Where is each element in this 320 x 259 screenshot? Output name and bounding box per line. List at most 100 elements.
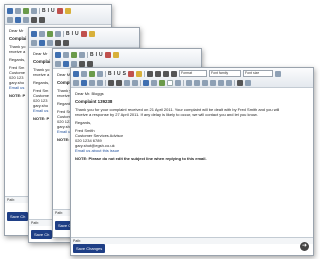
cut-icon[interactable] xyxy=(73,79,79,86)
toolbar-separator xyxy=(143,70,145,77)
help-icon[interactable] xyxy=(274,70,281,77)
copy-icon[interactable] xyxy=(63,60,69,67)
paste-icon[interactable] xyxy=(71,60,77,67)
align-center-icon[interactable] xyxy=(154,70,161,77)
editor-content[interactable]: Dear Mr. Bloggs Complaint 139238 Thank y… xyxy=(71,88,313,167)
signature-link[interactable]: Email us xyxy=(9,85,24,90)
highlight-icon[interactable] xyxy=(64,7,71,14)
align-right-icon[interactable] xyxy=(162,70,169,77)
scroll-circle-icon[interactable]: ➜ xyxy=(300,242,309,251)
bullet-list-icon[interactable] xyxy=(55,39,61,46)
delete-column-icon[interactable] xyxy=(218,79,224,86)
signature: Fred Smith Customer Services Advisor 020… xyxy=(75,128,309,153)
bullet-list-icon[interactable] xyxy=(79,60,85,67)
bullet-list-icon[interactable] xyxy=(31,16,37,23)
editor-window-front: B I U S Format Font family Font size Dea… xyxy=(70,67,314,256)
highlight-icon[interactable] xyxy=(112,51,119,58)
table-icon[interactable] xyxy=(31,7,37,14)
spellcheck-icon[interactable] xyxy=(47,30,53,37)
cut-icon[interactable] xyxy=(55,60,61,67)
delete-row-icon[interactable] xyxy=(202,79,208,86)
cut-icon[interactable] xyxy=(31,39,37,46)
insert-column-icon[interactable] xyxy=(210,79,216,86)
body-text: Thank you for your complaint received on… xyxy=(75,107,309,117)
italic-icon[interactable]: I xyxy=(48,8,49,14)
toolbar-separator xyxy=(39,7,40,14)
table-icon[interactable] xyxy=(79,51,85,58)
table-icon[interactable] xyxy=(97,70,103,77)
highlight-icon[interactable] xyxy=(135,70,142,77)
bold-icon[interactable]: B xyxy=(108,71,112,77)
font-size-select[interactable]: Font size xyxy=(242,70,273,77)
numbered-list-icon[interactable] xyxy=(63,39,69,46)
spellcheck-icon[interactable] xyxy=(71,51,77,58)
save-changes-button[interactable]: Save Ch xyxy=(31,230,53,239)
save-changes-button[interactable]: Save Ch xyxy=(7,212,29,221)
special-character-icon[interactable] xyxy=(175,79,181,86)
outdent-icon[interactable] xyxy=(124,79,130,86)
bullet-list-icon[interactable] xyxy=(108,79,114,86)
font-color-icon[interactable] xyxy=(104,51,111,58)
copy-icon[interactable] xyxy=(15,16,21,23)
italic-icon[interactable]: I xyxy=(114,71,115,77)
underline-icon[interactable]: U xyxy=(75,31,79,37)
toolbar-separator xyxy=(140,79,141,86)
save-icon[interactable] xyxy=(55,51,61,58)
path-label: Path: xyxy=(73,239,82,243)
align-left-icon[interactable] xyxy=(146,70,153,77)
underline-icon[interactable]: U xyxy=(51,8,55,14)
numbered-list-icon[interactable] xyxy=(116,79,122,86)
bold-icon[interactable]: B xyxy=(90,52,94,58)
font-color-icon[interactable] xyxy=(80,30,87,37)
bold-icon[interactable]: B xyxy=(42,8,46,14)
indent-icon[interactable] xyxy=(132,79,138,86)
spellcheck-icon[interactable] xyxy=(89,70,95,77)
save-icon[interactable] xyxy=(31,30,37,37)
toolbar-separator xyxy=(183,79,184,86)
horizontal-rule-icon[interactable] xyxy=(167,79,173,86)
image-icon[interactable] xyxy=(159,79,165,86)
underline-icon[interactable]: U xyxy=(99,52,103,58)
copy-icon[interactable] xyxy=(39,39,45,46)
numbered-list-icon[interactable] xyxy=(87,60,93,67)
format-select[interactable]: Format xyxy=(178,70,207,77)
path-label: Path: xyxy=(7,198,16,202)
paste-text-icon[interactable] xyxy=(97,79,103,86)
cut-icon[interactable] xyxy=(7,16,13,23)
copy-icon[interactable] xyxy=(81,79,87,86)
undo-icon[interactable] xyxy=(81,70,87,77)
signature-link[interactable]: Email us about this issue xyxy=(75,148,119,153)
highlight-icon[interactable] xyxy=(88,30,95,37)
strikethrough-icon[interactable]: S xyxy=(123,71,126,77)
italic-icon[interactable]: I xyxy=(96,52,97,58)
bold-icon[interactable]: B xyxy=(66,31,70,37)
save-icon[interactable] xyxy=(7,7,13,14)
insert-row-icon[interactable] xyxy=(194,79,200,86)
fullscreen-icon[interactable] xyxy=(245,79,251,86)
font-color-icon[interactable] xyxy=(127,70,134,77)
undo-icon[interactable] xyxy=(39,30,45,37)
numbered-list-icon[interactable] xyxy=(39,16,45,23)
paste-icon[interactable] xyxy=(23,16,29,23)
undo-icon[interactable] xyxy=(15,7,21,14)
underline-icon[interactable]: U xyxy=(117,71,121,77)
save-changes-button[interactable]: Save Changes xyxy=(73,244,106,253)
table-icon[interactable] xyxy=(186,79,192,86)
spellcheck-icon[interactable] xyxy=(23,7,29,14)
source-code-icon[interactable] xyxy=(237,79,243,86)
body-line: receive a xyxy=(33,72,50,77)
table-icon[interactable] xyxy=(55,30,61,37)
paste-icon[interactable] xyxy=(89,79,95,86)
link-icon[interactable] xyxy=(143,79,149,86)
signature-link[interactable]: Email us xyxy=(33,108,48,113)
align-justify-icon[interactable] xyxy=(170,70,177,77)
greeting-text: Dear Mr. Bloggs xyxy=(75,91,104,96)
font-color-icon[interactable] xyxy=(56,7,63,14)
italic-icon[interactable]: I xyxy=(72,31,73,37)
save-icon[interactable] xyxy=(73,70,79,77)
unlink-icon[interactable] xyxy=(151,79,157,86)
paste-icon[interactable] xyxy=(47,39,53,46)
font-family-select[interactable]: Font family xyxy=(208,70,241,77)
undo-icon[interactable] xyxy=(63,51,69,58)
merge-cells-icon[interactable] xyxy=(226,79,232,86)
